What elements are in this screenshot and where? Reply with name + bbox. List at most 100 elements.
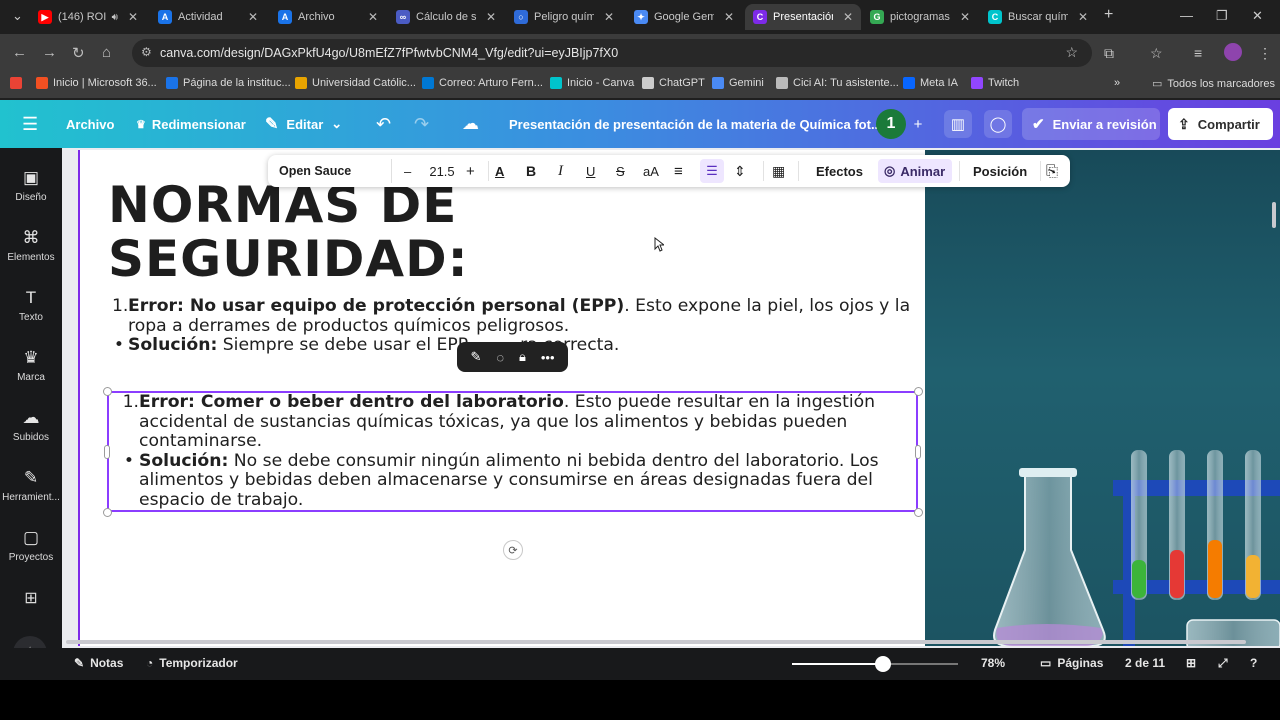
letter-case-icon[interactable]: aA xyxy=(643,155,659,187)
tab-close-icon[interactable]: ✕ xyxy=(724,10,734,24)
align-left-icon[interactable]: ≡ xyxy=(674,155,683,187)
browser-tab[interactable]: ✦ Google Gemi ✕ xyxy=(626,4,742,30)
increase-size-button[interactable]: + xyxy=(466,155,475,187)
browser-tab[interactable]: A Actividad ✕ xyxy=(150,4,266,30)
favorites-icon[interactable]: ☆ xyxy=(1150,45,1163,62)
media-icon[interactable]: ≡ xyxy=(1194,45,1202,61)
grid-view-icon[interactable]: ⊞ xyxy=(1186,656,1196,670)
italic-icon[interactable]: I xyxy=(558,155,563,187)
horizontal-scrollbar[interactable] xyxy=(66,640,1280,644)
resize-handle-bl[interactable] xyxy=(103,508,112,517)
tab-close-icon[interactable]: ✕ xyxy=(960,10,970,24)
bold-icon[interactable]: B xyxy=(526,155,536,187)
strikethrough-icon[interactable]: S xyxy=(616,155,625,187)
file-menu[interactable]: Archivo xyxy=(66,100,114,148)
edit-menu[interactable]: ✎ Editar ⌄ xyxy=(265,100,342,148)
fullscreen-icon[interactable]: ⤢ xyxy=(1218,656,1228,671)
notes-button[interactable]: ✎ Notas xyxy=(74,656,123,670)
site-info-icon[interactable]: ⚙ xyxy=(141,45,152,59)
resize-handle-left[interactable] xyxy=(104,445,110,459)
resize-handle-br[interactable] xyxy=(914,508,923,517)
tab-search-icon[interactable]: ⌄ xyxy=(12,8,23,24)
bookmark-item[interactable]: Universidad Católic... xyxy=(295,77,416,89)
new-tab-button[interactable]: + xyxy=(1104,6,1113,24)
browser-tab[interactable]: Gpictogramas ✕ xyxy=(862,4,978,30)
font-size-input[interactable]: 21.5 xyxy=(428,155,456,187)
position-button[interactable]: Posición xyxy=(973,155,1027,187)
effects-button[interactable]: Efectos xyxy=(816,155,863,187)
bookmark-item[interactable]: Inicio | Microsoft 36... xyxy=(36,77,157,89)
rail-item-text[interactable]: T Texto xyxy=(0,288,62,323)
browser-tab[interactable]: C Presentación ✕ xyxy=(745,4,861,30)
rail-item-elements[interactable]: ⌘ Elementos xyxy=(0,228,62,263)
resize-handle-tl[interactable] xyxy=(103,387,112,396)
minimize-icon[interactable]: — xyxy=(1180,8,1193,23)
browser-tab[interactable]: C Buscar quími ✕ xyxy=(980,4,1096,30)
cloud-save-icon[interactable]: ☁ xyxy=(462,100,479,148)
profile-avatar[interactable] xyxy=(1224,43,1242,61)
apps-grid-icon[interactable]: ⊞ xyxy=(0,588,62,608)
bookmark-item[interactable]: Meta IA xyxy=(903,77,958,89)
bookmark-item[interactable]: Gemini xyxy=(712,77,764,89)
bullet-list-icon[interactable]: ☰ xyxy=(700,159,724,183)
decrease-size-button[interactable]: – xyxy=(404,155,411,187)
tab-close-icon[interactable]: ✕ xyxy=(843,10,853,24)
bookmark-item[interactable]: ChatGPT xyxy=(642,77,705,89)
copy-style-icon[interactable]: ⎘ xyxy=(1046,155,1058,187)
comments-icon[interactable]: ◯ xyxy=(984,110,1012,138)
rotate-handle-icon[interactable]: ⟳ xyxy=(503,540,523,560)
restore-icon[interactable]: ❐ xyxy=(1216,8,1228,24)
more-bookmarks-icon[interactable]: » xyxy=(1114,77,1120,89)
browser-tab[interactable]: ○ Peligro quími ✕ xyxy=(506,4,622,30)
document-title[interactable]: Presentación de presentación de la mater… xyxy=(509,100,882,148)
bookmark-item[interactable]: Correo: Arturo Fern... xyxy=(422,77,543,89)
tab-audio-icon[interactable]: 🔊︎ xyxy=(112,12,118,23)
share-button[interactable]: ⇪ Compartir xyxy=(1168,108,1273,140)
timer-button[interactable]: ◔ Temporizador xyxy=(146,656,238,670)
bookmark-item[interactable]: Cici AI: Tu asistente... xyxy=(776,77,899,89)
bookmark-star-icon[interactable]: ☆ xyxy=(1065,44,1078,61)
tab-close-icon[interactable]: ✕ xyxy=(248,10,258,24)
close-window-icon[interactable]: ✕ xyxy=(1252,8,1263,24)
bookmark-item[interactable]: Página de la instituc... xyxy=(166,77,291,89)
comment-add-icon[interactable]: ◌ xyxy=(496,350,504,365)
zoom-level[interactable]: 78% xyxy=(981,656,1005,670)
all-bookmarks[interactable]: ▭ Todos los marcadores xyxy=(1152,77,1275,91)
rail-item-projects[interactable]: ▢ Proyectos xyxy=(0,528,62,563)
lock-icon[interactable]: 🔒︎ xyxy=(519,349,526,365)
zoom-slider[interactable] xyxy=(792,656,958,672)
extensions-icon[interactable]: ⧉ xyxy=(1104,45,1114,62)
back-icon[interactable]: ← xyxy=(12,44,27,61)
tab-close-icon[interactable]: ✕ xyxy=(486,10,496,24)
resize-handle-right[interactable] xyxy=(915,445,921,459)
magic-edit-icon[interactable]: ✎ xyxy=(470,349,481,365)
undo-icon[interactable]: ↶ xyxy=(376,100,391,148)
tab-close-icon[interactable]: ✕ xyxy=(1078,10,1088,24)
pages-button[interactable]: ▭ Páginas xyxy=(1040,656,1103,670)
underline-icon[interactable]: U xyxy=(586,155,595,187)
tab-close-icon[interactable]: ✕ xyxy=(368,10,378,24)
transparency-icon[interactable]: ▦ xyxy=(772,155,785,187)
send-to-review-button[interactable]: ✔ Enviar a revisión xyxy=(1022,108,1160,140)
tab-close-icon[interactable]: ✕ xyxy=(128,10,138,24)
bookmark-item[interactable]: Inicio - Canva xyxy=(550,77,634,89)
forward-icon[interactable]: → xyxy=(42,44,57,61)
more-options-icon[interactable]: ••• xyxy=(541,350,555,365)
insights-chart-icon[interactable]: ▥ xyxy=(944,110,972,138)
tab-close-icon[interactable]: ✕ xyxy=(604,10,614,24)
slide-title[interactable]: NORMAS DE SEGURIDAD: xyxy=(108,178,469,286)
help-icon[interactable]: ? xyxy=(1250,656,1257,670)
resize-button[interactable]: ♛ Redimensionar xyxy=(136,100,246,148)
home-icon[interactable]: ⌂ xyxy=(102,44,111,61)
animate-button[interactable]: ◎ Animar xyxy=(878,159,952,183)
collaborator-avatar[interactable]: 1 xyxy=(876,109,906,139)
browser-tab[interactable]: A Archivo ✕ xyxy=(270,4,386,30)
browser-tab[interactable]: ∞ Cálculo de su ✕ xyxy=(388,4,504,30)
rail-item-uploads[interactable]: ☁ Subidos xyxy=(0,408,62,443)
hamburger-menu-icon[interactable]: ☰ xyxy=(22,100,38,148)
gmail-bookmark[interactable] xyxy=(10,77,22,89)
rail-item-brand[interactable]: ♛ Marca xyxy=(0,348,62,383)
redo-icon[interactable]: ↷ xyxy=(414,100,429,148)
menu-icon[interactable]: ⋮ xyxy=(1258,45,1272,62)
vertical-scroll-thumb[interactable] xyxy=(1272,202,1276,228)
